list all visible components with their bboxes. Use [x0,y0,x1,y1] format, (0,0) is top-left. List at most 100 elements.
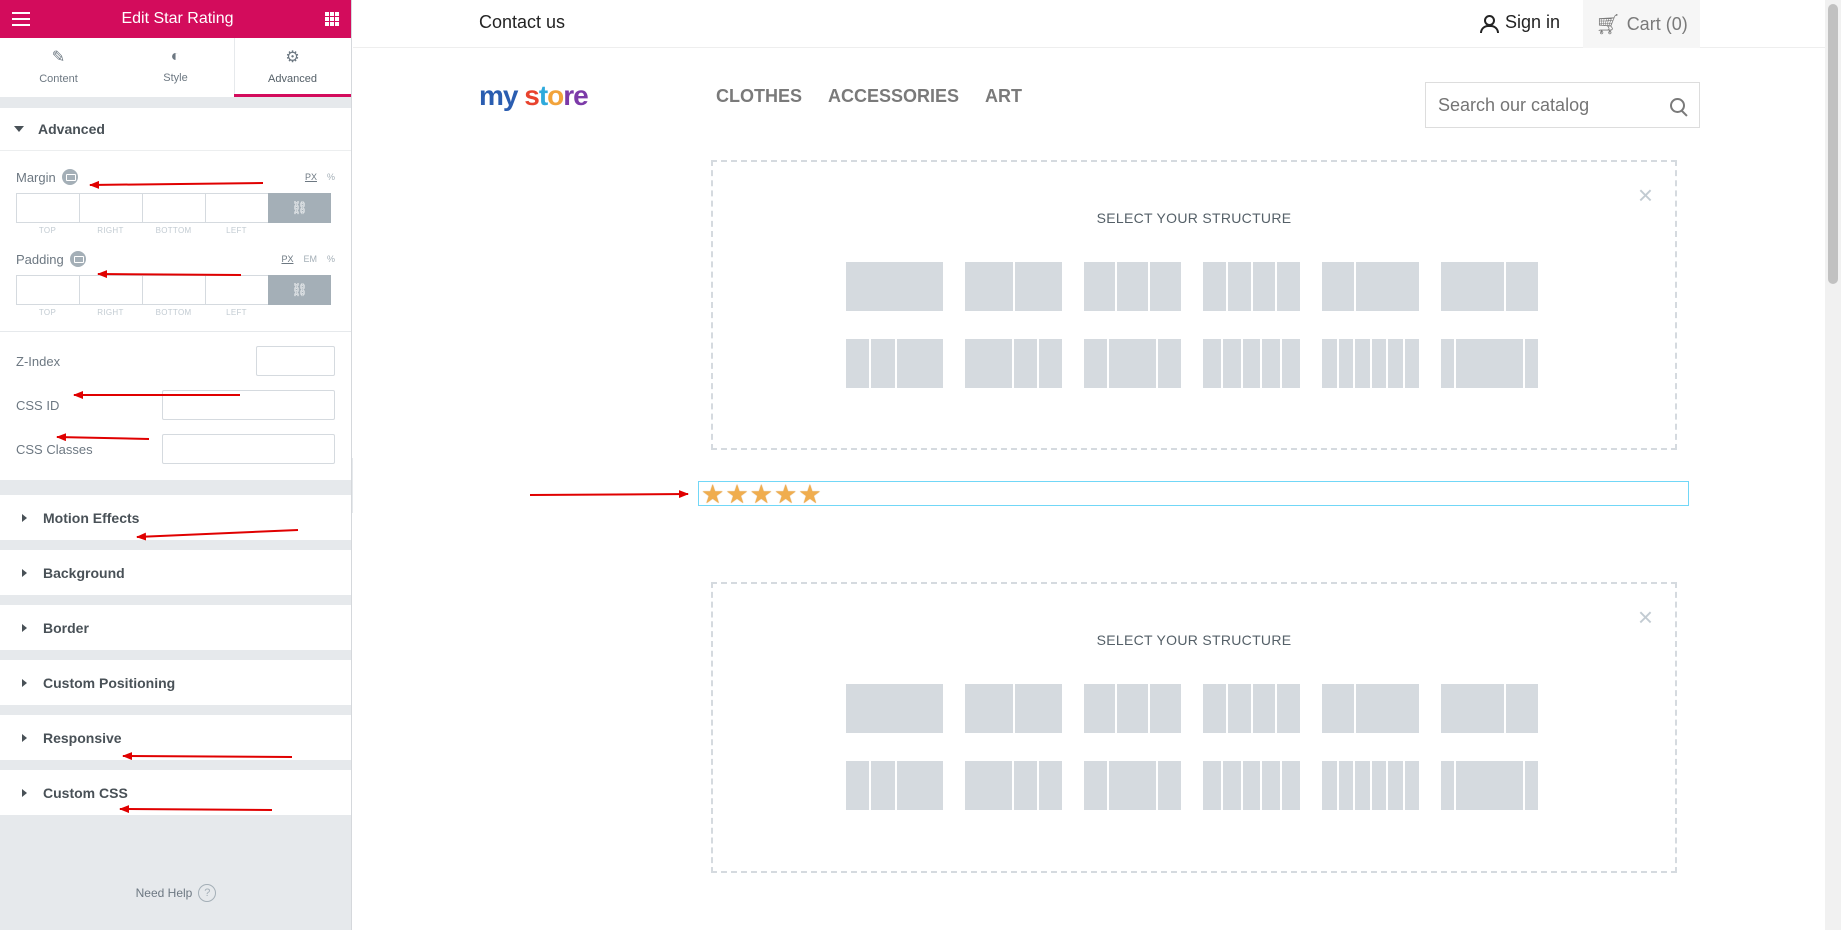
responsive-desktop-icon[interactable] [69,251,86,267]
preset-column [1441,339,1455,388]
margin-top-input[interactable] [16,193,79,223]
unit-em[interactable]: EM [303,254,317,264]
preset-column [1038,339,1062,388]
preset-column [1117,684,1148,733]
structure-preset[interactable] [846,684,943,733]
structure-preset[interactable] [1322,262,1419,311]
padding-left-input[interactable] [205,275,268,305]
preview-scrollbar[interactable] [1825,0,1841,930]
structure-preset[interactable] [1322,339,1419,388]
margin-bottom-input[interactable] [142,193,205,223]
structure-preset[interactable] [1084,262,1181,311]
structure-preset[interactable] [1203,684,1300,733]
nav-item-clothes[interactable]: CLOTHES [716,86,802,107]
margin-left-input[interactable] [205,193,268,223]
preset-column [965,339,1012,388]
structure-preset[interactable] [965,339,1062,388]
structure-preset[interactable] [1322,684,1419,733]
close-icon[interactable]: × [1638,182,1653,208]
structure-preset[interactable] [846,761,943,810]
tab-style[interactable]: ◐ Style [117,38,234,97]
structure-selector-bottom: × SELECT YOUR STRUCTURE [711,582,1677,873]
main-nav: CLOTHES ACCESSORIES ART [716,86,1022,107]
unit-percent[interactable]: % [327,172,335,182]
contrast-icon: ◐ [170,48,181,65]
close-icon[interactable]: × [1638,604,1653,630]
structure-preset[interactable] [965,262,1062,311]
preset-column [1277,262,1300,311]
scrollbar-thumb[interactable] [1828,4,1838,284]
unit-percent[interactable]: % [327,254,335,264]
structure-preset[interactable] [1084,684,1181,733]
search-icon[interactable] [1670,98,1687,116]
widgets-grid-icon[interactable] [325,12,339,26]
structure-preset[interactable] [846,339,943,388]
preset-column [1355,684,1419,733]
nav-item-art[interactable]: ART [985,86,1022,107]
preset-column [1203,761,1221,810]
signin-link[interactable]: Sign in [1479,12,1560,33]
panel-header: Edit Star Rating [0,0,351,38]
preset-column [1203,684,1226,733]
padding-top-input[interactable] [16,275,79,305]
structure-preset[interactable] [1441,684,1538,733]
section-custom-positioning[interactable]: Custom Positioning [0,660,351,705]
margin-right-input[interactable] [79,193,142,223]
section-custom-css[interactable]: Custom CSS [0,770,351,815]
unit-px[interactable]: PX [281,254,293,264]
padding-right-input[interactable] [79,275,142,305]
structure-preset[interactable] [965,761,1062,810]
star-icon: ★ [773,478,798,509]
structure-preset[interactable] [965,684,1062,733]
preset-column [1355,262,1419,311]
unit-px[interactable]: PX [305,172,317,182]
search-input[interactable] [1438,94,1670,116]
need-help-link[interactable]: Need Help ? [0,884,351,902]
padding-link-button[interactable]: ⛓ [268,275,331,305]
structure-preset[interactable] [1441,262,1538,311]
structure-preset[interactable] [1441,339,1538,388]
contact-link[interactable]: Contact us [479,12,565,33]
preset-column [1282,339,1300,388]
padding-bottom-input[interactable] [142,275,205,305]
section-motion-effects[interactable]: Motion Effects [0,495,351,540]
preset-column [1371,761,1386,810]
structure-preset[interactable] [1322,761,1419,810]
padding-label: Padding [16,251,64,267]
margin-control: Margin PX % TOP RIGHT BOTTOM LEFT ⛓ [0,151,351,235]
structure-preset[interactable] [1203,262,1300,311]
store-logo[interactable]: my store [479,80,589,112]
preset-column [1338,761,1353,810]
margin-link-button[interactable]: ⛓ [268,193,331,223]
section-background[interactable]: Background [0,550,351,595]
dim-label: TOP [38,226,57,235]
structure-preset[interactable] [1084,761,1181,810]
star-rating-widget[interactable]: ★ ★ ★ ★ ★ [698,478,1689,509]
structure-preset[interactable] [1441,761,1538,810]
dim-label: BOTTOM [155,226,192,235]
margin-dimensions: TOP RIGHT BOTTOM LEFT ⛓ [16,193,335,235]
section-responsive[interactable]: Responsive [0,715,351,760]
preset-column [1084,262,1115,311]
structure-preset[interactable] [846,262,943,311]
preset-column [1242,339,1261,388]
cssclasses-input[interactable] [162,434,335,464]
menu-icon[interactable] [12,12,30,26]
logo-part: o [547,80,564,111]
tab-advanced[interactable]: ⚙ Advanced [234,38,351,97]
tab-content[interactable]: ✎ Content [0,38,117,97]
link-icon: ⛓ [291,200,308,215]
nav-item-accessories[interactable]: ACCESSORIES [828,86,959,107]
cart-button[interactable]: 🛒︎ Cart (0) [1583,0,1700,48]
tab-style-label: Style [163,72,188,84]
section-border[interactable]: Border [0,605,351,650]
responsive-desktop-icon[interactable] [61,169,78,185]
advanced-section-header[interactable]: Advanced [0,108,351,151]
caret-right-icon [22,513,27,522]
structure-preset[interactable] [1203,761,1300,810]
zindex-input[interactable] [256,346,335,376]
cssid-input[interactable] [162,390,335,420]
structure-preset[interactable] [1203,339,1300,388]
structure-preset[interactable] [1084,339,1181,388]
preset-column [1338,339,1353,388]
